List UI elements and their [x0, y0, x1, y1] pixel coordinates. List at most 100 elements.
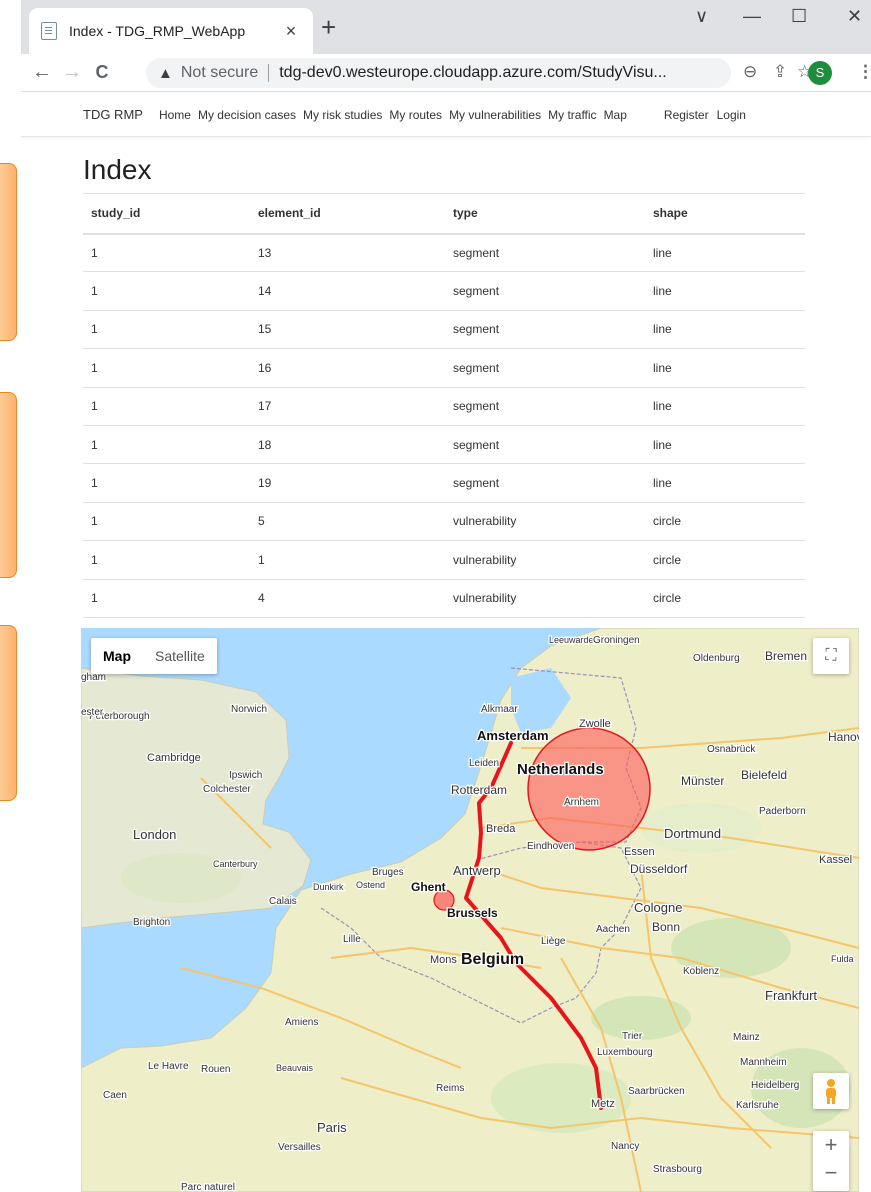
tab-search-icon[interactable]: ∨ [695, 6, 708, 27]
active-tab[interactable]: Index - TDG_RMP_WebApp × [29, 8, 313, 54]
zoom-control: + − [813, 1131, 849, 1191]
map-label: Le Havre [148, 1061, 189, 1072]
map-label: Nancy [611, 1141, 639, 1152]
nav-link-routes[interactable]: My routes [389, 108, 442, 122]
nav-link-risk-studies[interactable]: My risk studies [303, 108, 382, 122]
nav-link-vulnerabilities[interactable]: My vulnerabilities [449, 108, 541, 122]
map-label: Canterbury [213, 859, 258, 869]
map-type-map-button[interactable]: Map [91, 638, 143, 674]
map-canvas[interactable]: Netherlands Belgium LeeuwardenGroningen Old… [81, 628, 859, 1192]
zoom-out-button[interactable]: − [813, 1159, 849, 1187]
map-label: Groningen [593, 635, 640, 646]
map-label: Saarbrücken [628, 1086, 685, 1097]
cell-study-id: 1 [83, 271, 250, 311]
minimize-button[interactable]: — [743, 6, 761, 27]
zoom-icon[interactable]: ⊖ [743, 62, 757, 82]
study-elements-table: study_id element_id type shape 1 13 segmen… [83, 193, 805, 618]
nav-link-decision-cases[interactable]: My decision cases [198, 108, 296, 122]
map-label: Mannheim [740, 1057, 787, 1068]
cell-element-id: 19 [250, 463, 445, 503]
map-label: Hanov [828, 730, 859, 744]
map-label: Reims [436, 1083, 464, 1094]
map-type-satellite-button[interactable]: Satellite [143, 638, 217, 674]
browser-toolbar: ← → C ▲ Not secure tdg-dev0.westeurope.c… [21, 54, 871, 92]
cell-shape: line [645, 387, 805, 426]
cell-study-id: 1 [83, 463, 250, 503]
brand-link[interactable]: TDG RMP [83, 107, 143, 122]
map-label: Cologne [634, 900, 682, 915]
nav-link-traffic[interactable]: My traffic [548, 108, 596, 122]
map-label: Ipswich [229, 770, 262, 781]
side-panel-1 [0, 163, 17, 341]
map-label: Zwolle [579, 718, 611, 730]
address-bar[interactable]: ▲ Not secure tdg-dev0.westeurope.cloudap… [146, 58, 731, 88]
map-label: Arnhem [564, 797, 599, 808]
column-header-element-id: element_id [250, 193, 445, 235]
forward-button[interactable]: → [57, 61, 87, 84]
map-label: Osnabrück [707, 744, 756, 755]
not-secure-label[interactable]: Not secure [181, 64, 258, 82]
map-label: Karlsruhe [736, 1100, 779, 1111]
maximize-button[interactable]: ☐ [791, 6, 807, 27]
table-row: 1 1 vulnerability circle [83, 540, 805, 580]
reload-button[interactable]: C [87, 62, 117, 83]
street-view-pegman-icon[interactable] [813, 1073, 849, 1109]
map-label: Luxembourg [597, 1047, 653, 1058]
map-label: Parc naturel [181, 1182, 235, 1192]
profile-avatar[interactable]: S [808, 61, 832, 85]
column-header-study-id: study_id [83, 193, 250, 235]
url-text[interactable]: tdg-dev0.westeurope.cloudapp.azure.com/S… [279, 64, 667, 82]
pegman-shape [826, 1079, 836, 1104]
new-tab-button[interactable]: + [321, 14, 336, 40]
cell-type: segment [445, 425, 645, 465]
table-header-row: study_id element_id type shape [83, 193, 805, 235]
back-button[interactable]: ← [27, 61, 57, 84]
map-label: Strasbourg [653, 1164, 702, 1175]
map-label: Frankfurt [765, 988, 817, 1003]
cell-shape: circle [645, 579, 805, 618]
map-label: Bremen [765, 649, 807, 663]
cell-type: segment [445, 310, 645, 350]
browser-window: Index - TDG_RMP_WebApp × + ∨ — ☐ ✕ ← → C… [21, 0, 871, 1192]
map-label: Colchester [203, 784, 251, 795]
map-label: Metz [591, 1098, 615, 1110]
side-panel-2 [0, 392, 17, 578]
map-label: Caen [103, 1090, 127, 1101]
map-label: Oldenburg [693, 653, 740, 664]
map-type-control: Map Satellite [91, 638, 217, 674]
cell-element-id: 14 [250, 271, 445, 311]
cell-type: segment [445, 271, 645, 311]
nav-link-map[interactable]: Map [604, 108, 627, 122]
map-label: Norwich [231, 704, 267, 715]
column-header-shape: shape [645, 193, 805, 235]
table-row: 1 4 vulnerability circle [83, 579, 805, 618]
cell-element-id: 13 [250, 233, 445, 273]
register-link[interactable]: Register [664, 108, 709, 122]
share-icon[interactable]: ⇪ [773, 62, 787, 82]
cell-shape: line [645, 463, 805, 503]
map-label: Düsseldorf [630, 862, 688, 876]
map-view[interactable]: Netherlands Belgium Leeuwarden Groningen Old… [81, 628, 859, 1192]
table-row: 1 16 segment line [83, 348, 805, 388]
fullscreen-icon[interactable]: ⛶ [813, 638, 849, 674]
table-row: 1 18 segment line [83, 425, 805, 465]
map-label: Dortmund [664, 826, 721, 841]
menu-kebab-icon[interactable]: ⋮ [857, 62, 871, 82]
map-label: Amsterdam [477, 728, 549, 743]
close-window-button[interactable]: ✕ [847, 6, 862, 27]
nav-link-home[interactable]: Home [159, 108, 191, 122]
map-label: Leeuwarden [549, 635, 599, 645]
tab-title: Index - TDG_RMP_WebApp [69, 23, 246, 39]
map-label: Aachen [596, 924, 630, 935]
map-label: Mainz [733, 1032, 760, 1043]
map-label: Liège [541, 936, 566, 947]
login-link[interactable]: Login [717, 108, 746, 122]
omnibox-divider [268, 64, 270, 82]
cell-element-id: 17 [250, 387, 445, 426]
cell-type: segment [445, 233, 645, 273]
table-row: 1 15 segment line [83, 310, 805, 350]
tab-close-icon[interactable]: × [281, 21, 301, 42]
map-label: Brighton [133, 917, 170, 928]
zoom-in-button[interactable]: + [813, 1131, 849, 1159]
map-label: Bonn [652, 920, 680, 934]
